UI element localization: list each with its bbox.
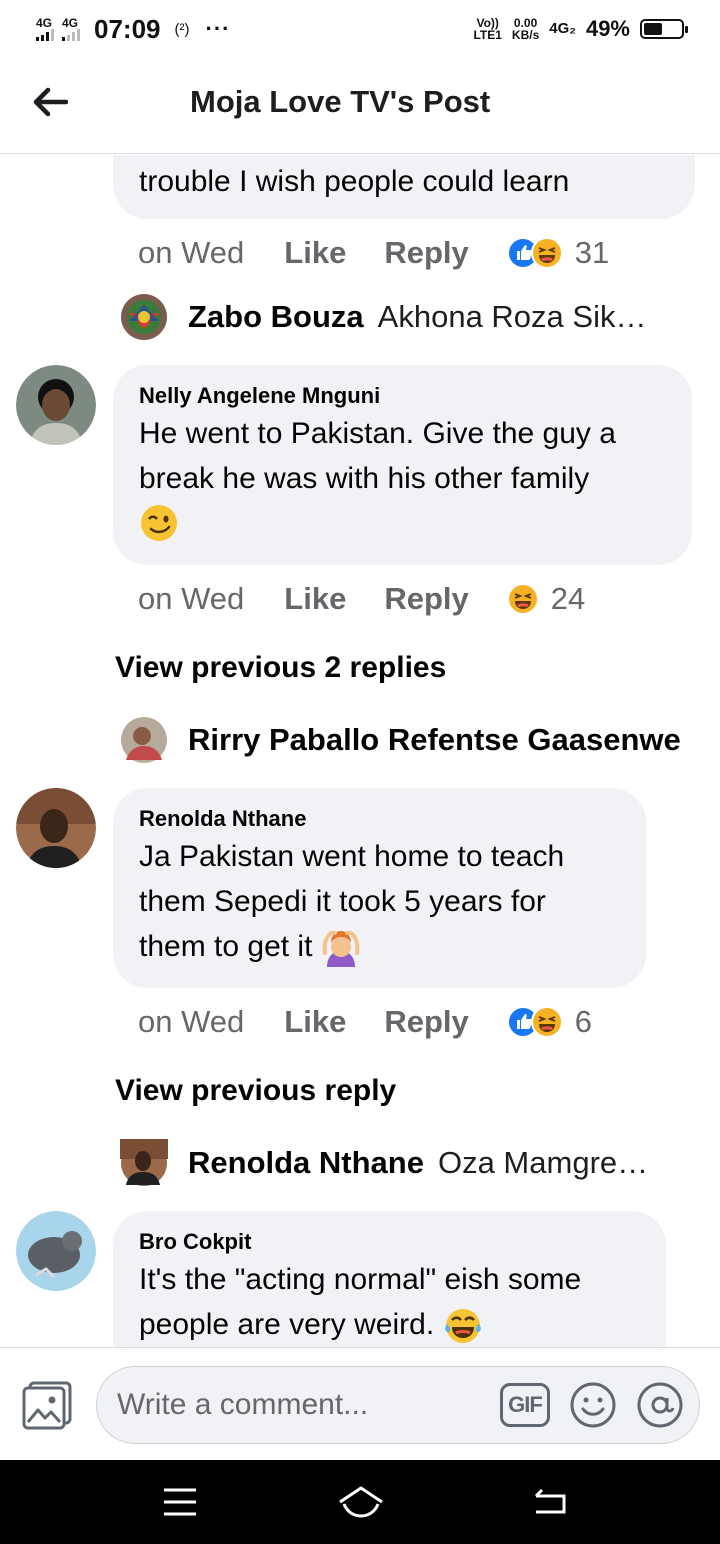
status-right: Vo)) LTE1 0.00 KB/s 4G₂ 49% bbox=[473, 16, 688, 42]
like-button[interactable]: Like bbox=[284, 235, 346, 271]
comment-actions: on Wed Like Reply 24 bbox=[138, 581, 585, 617]
comment-bubble[interactable]: trouble I wish people could learn bbox=[113, 155, 695, 219]
battery-fill bbox=[644, 23, 662, 35]
haha-reaction-icon bbox=[530, 1006, 563, 1038]
volte-indicator: Vo)) LTE1 bbox=[473, 17, 501, 41]
comment-time: on Wed bbox=[138, 581, 245, 616]
comment-bubble[interactable]: Bro Cokpit It's the "acting normal" eish… bbox=[113, 1211, 666, 1347]
comment-text-line: them Sepedi it took 5 years for bbox=[139, 885, 546, 918]
photo-icon[interactable] bbox=[20, 1380, 74, 1430]
top-app-bar: Moja Love TV's Post bbox=[0, 58, 720, 154]
avatar[interactable] bbox=[16, 1211, 96, 1291]
comment-text: He went to Pakistan. Give the guy a brea… bbox=[139, 411, 679, 501]
comment-input[interactable] bbox=[117, 1388, 477, 1422]
comment-text: trouble I wish people could learn bbox=[139, 165, 570, 198]
reply-snippet: Akhona Roza Sik… bbox=[377, 299, 647, 334]
comment-author[interactable]: Renolda Nthane bbox=[139, 804, 620, 834]
haha-reaction-icon bbox=[506, 583, 539, 615]
reply-button[interactable]: Reply bbox=[384, 235, 468, 271]
like-button[interactable]: Like bbox=[284, 581, 346, 617]
comments-list[interactable]: trouble I wish people could learn on Wed… bbox=[0, 155, 720, 1347]
comment-bubble[interactable]: Renolda Nthane Ja Pakistan went home to … bbox=[113, 788, 646, 988]
tears-of-joy-emoji-icon bbox=[444, 1309, 481, 1344]
comment-actions: on Wed Like Reply 31 bbox=[138, 235, 609, 271]
comment-time: on Wed bbox=[138, 235, 245, 270]
avatar bbox=[121, 294, 167, 340]
speed-unit: KB/s bbox=[511, 28, 540, 42]
network-type-2: 4G bbox=[62, 16, 79, 30]
network-type-1: 4G bbox=[36, 16, 53, 30]
avatar bbox=[121, 717, 167, 763]
view-previous-replies-link[interactable]: View previous 2 replies bbox=[115, 651, 446, 685]
reply-button[interactable]: Reply bbox=[384, 1004, 468, 1040]
avatar bbox=[120, 1139, 168, 1186]
back-icon[interactable] bbox=[530, 1482, 570, 1522]
comment-time: on Wed bbox=[138, 1004, 245, 1039]
reaction-count: 6 bbox=[574, 1004, 592, 1039]
person-gesturing-ok-emoji-icon bbox=[322, 930, 360, 968]
network-type-3: 4G₂ bbox=[549, 20, 576, 37]
comment-text-line: It's the "acting normal" eish some bbox=[139, 1263, 582, 1296]
reaction-count: 31 bbox=[574, 235, 610, 270]
comment-author[interactable]: Bro Cokpit bbox=[139, 1227, 640, 1257]
view-previous-reply-link[interactable]: View previous reply bbox=[115, 1074, 396, 1108]
signal-bars-icon bbox=[62, 29, 80, 41]
hotspot-icon: (²) bbox=[174, 20, 190, 38]
status-left: 4G 4G 07:09 (²) ··· bbox=[36, 14, 230, 45]
avatar[interactable] bbox=[16, 788, 96, 868]
comment-bubble[interactable]: Nelly Angelene Mnguni He went to Pakista… bbox=[113, 365, 692, 565]
reply-preview[interactable]: Zabo Bouza Akhona Roza Sik… bbox=[120, 293, 646, 341]
reply-author: Rirry Paballo Refentse Gaasenwe bbox=[188, 722, 681, 757]
signal-1: 4G bbox=[36, 17, 54, 41]
comment-actions: on Wed Like Reply 6 bbox=[138, 1004, 592, 1040]
data-speed: 0.00 KB/s bbox=[512, 17, 539, 41]
reply-button[interactable]: Reply bbox=[384, 581, 468, 617]
reaction-summary[interactable]: 31 bbox=[506, 235, 610, 271]
battery-icon bbox=[640, 19, 688, 39]
comment-text-line-3: them to get it bbox=[139, 930, 313, 963]
comment-body: He went to Pakistan. Give the guy a brea… bbox=[139, 417, 616, 495]
like-button[interactable]: Like bbox=[284, 1004, 346, 1040]
system-navigation-bar bbox=[0, 1460, 720, 1544]
reply-preview[interactable]: Renolda Nthane Oza Mamgre… bbox=[120, 1139, 648, 1187]
signal-bars-icon bbox=[36, 29, 54, 41]
wink-emoji-icon bbox=[139, 503, 666, 548]
status-bar: 4G 4G 07:09 (²) ··· Vo)) LTE1 0.00 KB/s … bbox=[0, 0, 720, 58]
reaction-summary[interactable]: 6 bbox=[506, 1004, 592, 1040]
menu-icon[interactable] bbox=[160, 1482, 200, 1522]
page-title: Moja Love TV's Post bbox=[190, 84, 491, 119]
volte-bottom: LTE1 bbox=[473, 28, 502, 42]
comment-text-line: people are very weird. bbox=[139, 1302, 640, 1347]
arrow-left-icon bbox=[33, 87, 68, 117]
clock: 07:09 bbox=[94, 13, 161, 44]
reply-author: Zabo Bouza bbox=[188, 299, 364, 334]
avatar[interactable] bbox=[16, 365, 96, 445]
reaction-count: 24 bbox=[550, 581, 586, 616]
comment-author[interactable]: Nelly Angelene Mnguni bbox=[139, 381, 666, 411]
at-sign-icon[interactable] bbox=[636, 1381, 684, 1429]
comment-composer: GIF bbox=[0, 1347, 720, 1460]
battery-percent: 49% bbox=[585, 16, 630, 41]
home-icon[interactable] bbox=[336, 1482, 386, 1522]
smiley-icon[interactable] bbox=[569, 1381, 617, 1429]
signal-2: 4G bbox=[62, 17, 80, 41]
reply-author: Renolda Nthane bbox=[188, 1145, 424, 1180]
back-button[interactable] bbox=[28, 80, 72, 124]
comment-text-line: Ja Pakistan went home to teach bbox=[139, 840, 565, 873]
comment-text-line-2: people are very weird. bbox=[139, 1308, 435, 1341]
comment-input-container[interactable]: GIF bbox=[96, 1366, 700, 1444]
haha-reaction-icon bbox=[530, 237, 563, 269]
more-notifications-icon: ··· bbox=[205, 16, 231, 41]
comment-text-line: them to get it bbox=[139, 924, 620, 969]
reply-preview[interactable]: Rirry Paballo Refentse Gaasenwe bbox=[120, 716, 695, 764]
gif-button[interactable]: GIF bbox=[500, 1383, 550, 1427]
reaction-summary[interactable]: 24 bbox=[506, 581, 586, 617]
reply-snippet: Oza Mamgre… bbox=[437, 1145, 649, 1180]
